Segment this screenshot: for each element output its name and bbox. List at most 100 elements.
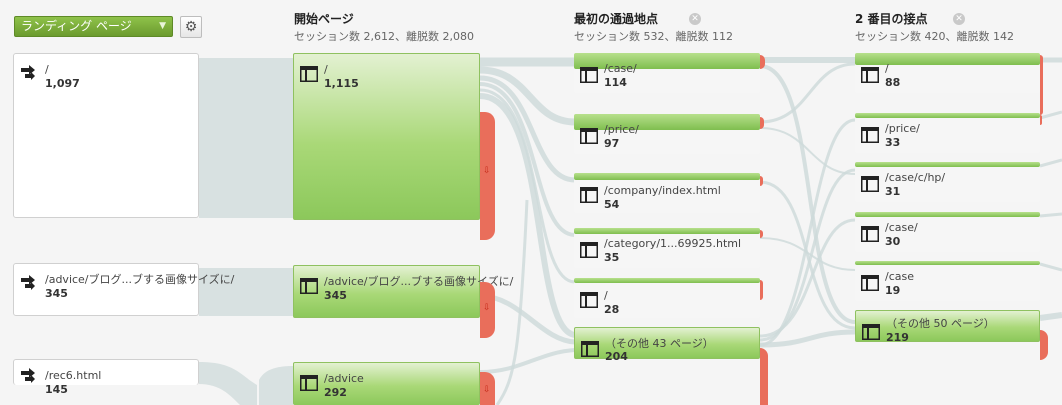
node-value: 1,097 bbox=[45, 77, 80, 90]
page-icon bbox=[861, 127, 879, 143]
first-interaction-node[interactable]: /case/ 114 bbox=[574, 53, 760, 93]
node-volume-bar bbox=[855, 261, 1040, 265]
column-title: 2 番目の接点 bbox=[855, 12, 928, 26]
page-icon bbox=[861, 226, 879, 242]
node-label: /category/1...69925.html bbox=[604, 237, 742, 250]
gear-icon: ⚙ bbox=[184, 19, 198, 35]
node-label: /advice bbox=[324, 372, 364, 385]
node-label: /price/ bbox=[604, 123, 639, 136]
dropoff-bar[interactable] bbox=[760, 348, 768, 405]
dimension-dropdown[interactable]: ランディング ページ ▼ bbox=[14, 16, 173, 37]
first-interaction-node[interactable]: （その他 43 ページ） 204 bbox=[574, 327, 760, 363]
node-label: /case/c/hp/ bbox=[885, 171, 946, 184]
page-icon bbox=[581, 341, 599, 357]
dropoff-bar[interactable]: ⇩ bbox=[480, 112, 495, 240]
page-icon bbox=[861, 176, 879, 192]
start-page-node[interactable]: /advice 292 bbox=[293, 362, 480, 405]
first-interaction-node[interactable]: /price/ 97 bbox=[574, 114, 760, 154]
node-value: 54 bbox=[604, 198, 620, 211]
first-interaction-node[interactable]: /company/index.html 54 bbox=[574, 173, 760, 213]
dropoff-bar[interactable] bbox=[760, 280, 763, 300]
node-value: 292 bbox=[324, 386, 347, 399]
node-volume-bar bbox=[574, 228, 760, 234]
node-value: 219 bbox=[886, 331, 909, 344]
node-value: 33 bbox=[885, 136, 901, 149]
second-interaction-node[interactable]: /case 19 bbox=[855, 261, 1040, 301]
dropoff-bar[interactable] bbox=[760, 230, 763, 238]
dropoff-bar[interactable]: ⇩ bbox=[480, 372, 495, 405]
second-interaction-node[interactable]: / 88 bbox=[855, 53, 1040, 93]
page-icon bbox=[300, 375, 318, 391]
settings-button[interactable]: ⚙ bbox=[180, 16, 202, 38]
node-label: /rec6.html bbox=[45, 369, 102, 382]
page-icon bbox=[580, 67, 598, 83]
page-icon bbox=[580, 292, 598, 308]
close-icon[interactable]: ✕ bbox=[689, 13, 701, 25]
node-label: / bbox=[324, 63, 328, 76]
dropoff-arrow-icon: ⇩ bbox=[483, 303, 491, 313]
entry-arrow-icon bbox=[21, 275, 35, 290]
page-icon bbox=[861, 275, 879, 291]
dropoff-bar[interactable]: ⇩ bbox=[480, 282, 495, 338]
second-interaction-node[interactable]: （その他 50 ページ） 219 bbox=[855, 310, 1040, 344]
node-label: / bbox=[604, 289, 608, 302]
source-node[interactable]: /advice/ブログ...ブする画像サイズに/ 345 bbox=[13, 263, 234, 316]
node-value: 35 bbox=[604, 251, 620, 264]
node-label: /company/index.html bbox=[604, 184, 721, 197]
page-icon bbox=[580, 187, 598, 203]
first-interaction-node[interactable]: / 28 bbox=[574, 278, 760, 318]
dropoff-arrow-icon: ⇩ bbox=[483, 385, 491, 395]
source-node[interactable]: / 1,097 bbox=[13, 53, 199, 218]
first-interaction-node[interactable]: /category/1...69925.html 35 bbox=[574, 228, 760, 268]
node-value: 28 bbox=[604, 303, 620, 316]
source-node[interactable]: /rec6.html 145 bbox=[13, 359, 199, 396]
dropoff-bar[interactable] bbox=[760, 55, 765, 69]
start-page-node[interactable]: / 1,115 bbox=[293, 53, 480, 220]
second-interaction-node[interactable]: /case/c/hp/ 31 bbox=[855, 162, 1040, 202]
node-label: /case/ bbox=[604, 62, 637, 75]
node-value: 345 bbox=[324, 289, 347, 302]
column-stats: セッション数 2,612、離脱数 2,080 bbox=[294, 30, 474, 43]
node-value: 97 bbox=[604, 137, 620, 150]
close-icon[interactable]: ✕ bbox=[953, 13, 965, 25]
node-volume-bar bbox=[855, 212, 1040, 217]
dropoff-bar[interactable] bbox=[760, 117, 764, 129]
page-icon bbox=[580, 242, 598, 258]
page-icon bbox=[580, 128, 598, 144]
page-icon bbox=[862, 324, 880, 340]
entry-arrow-icon bbox=[21, 368, 35, 383]
node-label: （その他 43 ページ） bbox=[605, 337, 714, 350]
node-volume-bar bbox=[855, 162, 1040, 167]
dropoff-bar[interactable] bbox=[1040, 115, 1042, 125]
second-interaction-node[interactable]: /price/ 33 bbox=[855, 113, 1040, 153]
node-label: /case/ bbox=[885, 221, 918, 234]
column-header-second-interaction: 2 番目の接点 セッション数 420、離脱数 142 bbox=[855, 11, 1014, 44]
node-volume-bar bbox=[574, 173, 760, 180]
dropoff-arrow-icon: ⇩ bbox=[483, 166, 491, 176]
column-header-start: 開始ページ セッション数 2,612、離脱数 2,080 bbox=[294, 11, 474, 44]
node-value: 345 bbox=[45, 287, 68, 300]
chevron-down-icon: ▼ bbox=[159, 21, 166, 31]
node-volume-bar bbox=[574, 53, 760, 69]
node-volume-bar bbox=[855, 53, 1040, 65]
column-header-first-interaction: 最初の通過地点 セッション数 532、離脱数 112 bbox=[574, 11, 733, 44]
entry-arrow-icon bbox=[21, 65, 35, 80]
dropoff-bar[interactable] bbox=[1040, 330, 1048, 360]
node-value: 204 bbox=[605, 350, 628, 363]
node-value: 30 bbox=[885, 235, 901, 248]
column-title: 最初の通過地点 bbox=[574, 12, 659, 26]
node-volume-bar bbox=[574, 114, 760, 130]
node-volume-bar bbox=[574, 278, 760, 283]
column-title: 開始ページ bbox=[294, 12, 354, 26]
start-page-node[interactable]: /advice/ブログ...ブする画像サイズに/ 345 bbox=[293, 265, 513, 318]
node-value: 31 bbox=[885, 185, 901, 198]
column-stats: セッション数 420、離脱数 142 bbox=[855, 30, 1014, 43]
dropoff-bar[interactable] bbox=[1040, 55, 1043, 115]
dimension-dropdown-label: ランディング ページ bbox=[21, 19, 132, 33]
node-label: （その他 50 ページ） bbox=[886, 317, 995, 330]
node-label: /advice/ブログ...ブする画像サイズに/ bbox=[45, 273, 235, 286]
node-label: /price/ bbox=[885, 122, 920, 135]
dropoff-bar[interactable] bbox=[760, 176, 763, 186]
second-interaction-node[interactable]: /case/ 30 bbox=[855, 212, 1040, 252]
node-volume-bar bbox=[855, 113, 1040, 118]
